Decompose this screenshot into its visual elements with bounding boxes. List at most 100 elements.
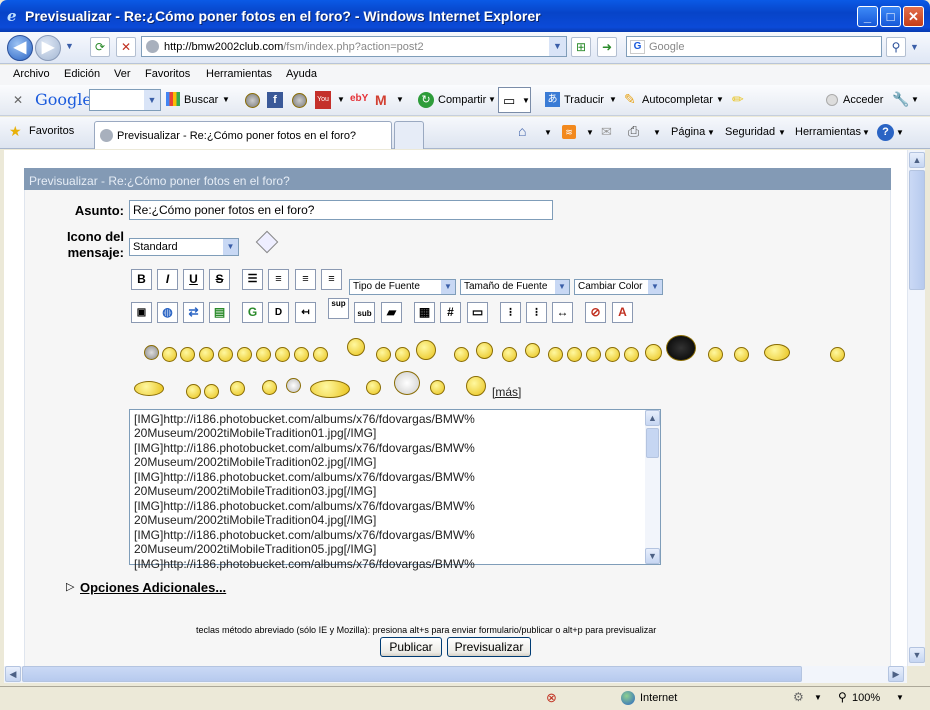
align-right-button[interactable]: ≡ bbox=[321, 269, 342, 290]
rss-icon[interactable]: ≋ bbox=[562, 125, 576, 139]
youtube-icon[interactable]: You bbox=[315, 91, 331, 109]
protected-mode-icon[interactable]: ⚙ bbox=[793, 690, 804, 704]
zoom-dropdown-icon[interactable]: ▼ bbox=[896, 693, 904, 702]
scroll-up-icon[interactable]: ▲ bbox=[909, 152, 925, 168]
scroll-left-icon[interactable]: ◀ bbox=[5, 666, 21, 682]
share-button[interactable]: Compartir bbox=[438, 94, 486, 106]
smiley-icon[interactable] bbox=[237, 347, 252, 362]
home-icon[interactable]: ⌂ bbox=[518, 123, 526, 139]
wrench-icon[interactable]: 🔧 bbox=[892, 91, 909, 108]
address-dropdown-icon[interactable]: ▼ bbox=[549, 37, 566, 56]
subject-input[interactable]: Re:¿Cómo poner fotos en el foro? bbox=[129, 200, 553, 220]
tab-active[interactable]: Previsualizar - Re:¿Cómo poner fotos en … bbox=[94, 121, 392, 149]
smiley-icon[interactable] bbox=[830, 347, 845, 362]
smiley-icon[interactable] bbox=[347, 338, 365, 356]
insert-flash-button[interactable]: ▤ bbox=[209, 302, 230, 323]
font-color-select[interactable]: Cambiar Color ▼ bbox=[574, 279, 663, 295]
security-dropdown-icon[interactable]: ▼ bbox=[778, 128, 786, 137]
smiley-icon[interactable] bbox=[466, 376, 486, 396]
smiley-icon[interactable] bbox=[310, 380, 350, 398]
menu-archivo[interactable]: Archivo bbox=[13, 68, 50, 80]
font-face-select[interactable]: Tipo de Fuente ▼ bbox=[349, 279, 456, 295]
new-tab-button[interactable] bbox=[394, 121, 424, 149]
page-horizontal-scrollbar[interactable]: ◀ ▶ bbox=[4, 666, 907, 683]
teletype-button[interactable]: ▰ bbox=[381, 302, 402, 323]
translate-icon[interactable]: あ bbox=[545, 92, 560, 107]
insert-quote-button[interactable]: ▭ bbox=[467, 302, 488, 323]
smiley-icon[interactable] bbox=[275, 347, 290, 362]
font-size-select[interactable]: Tamaño de Fuente ▼ bbox=[460, 279, 570, 295]
smiley-icon[interactable] bbox=[366, 380, 381, 395]
superscript-button[interactable]: sup bbox=[328, 298, 349, 319]
smiley-icon[interactable] bbox=[430, 380, 445, 395]
sidebar-toggle-button[interactable]: ▭ ▼ bbox=[498, 87, 531, 113]
smiley-icon[interactable] bbox=[180, 347, 195, 362]
bold-button[interactable]: B bbox=[131, 269, 152, 290]
favorites-button[interactable]: Favoritos bbox=[29, 125, 74, 137]
scroll-down-icon[interactable]: ▼ bbox=[909, 647, 925, 663]
glow-button[interactable]: G bbox=[242, 302, 263, 323]
autofill-icon[interactable]: ✎ bbox=[624, 91, 636, 108]
bookmarks-icon[interactable] bbox=[292, 93, 307, 108]
horizontal-rule-button[interactable]: ↔ bbox=[552, 302, 573, 323]
expand-arrow-icon[interactable]: ▷ bbox=[66, 580, 74, 593]
highlighter-icon[interactable]: ✏ bbox=[732, 91, 744, 108]
additional-options-link[interactable]: Opciones Adicionales... bbox=[80, 580, 226, 595]
message-textarea[interactable]: [IMG]http://i186.photobucket.com/albums/… bbox=[129, 409, 661, 571]
home-dropdown-icon[interactable]: ▼ bbox=[544, 128, 552, 137]
smiley-icon[interactable] bbox=[134, 381, 164, 396]
refresh-button[interactable]: ⟳ bbox=[90, 37, 110, 57]
scroll-down-icon[interactable]: ▼ bbox=[645, 548, 660, 564]
search-dropdown-icon[interactable]: ▼ bbox=[222, 95, 230, 104]
help-dropdown-icon[interactable]: ▼ bbox=[896, 128, 904, 137]
smiley-icon[interactable] bbox=[256, 347, 271, 362]
signin-button[interactable]: Acceder bbox=[843, 94, 883, 106]
translate-button[interactable]: Traducir bbox=[564, 94, 604, 106]
wrench-dropdown-icon[interactable]: ▼ bbox=[911, 95, 919, 104]
print-dropdown-icon[interactable]: ▼ bbox=[653, 128, 661, 137]
smiley-icon[interactable] bbox=[624, 347, 639, 362]
insert-code-button[interactable]: # bbox=[440, 302, 461, 323]
smiley-icon[interactable] bbox=[645, 344, 662, 361]
autofill-button[interactable]: Autocompletar bbox=[642, 94, 713, 106]
page-scroll-thumb[interactable] bbox=[909, 170, 925, 290]
more-smileys-link[interactable]: [más] bbox=[492, 385, 521, 399]
smiley-icon[interactable] bbox=[204, 384, 219, 399]
smiley-icon[interactable] bbox=[548, 347, 563, 362]
autofill-dropdown-icon[interactable]: ▼ bbox=[716, 95, 724, 104]
scroll-right-icon[interactable]: ▶ bbox=[888, 666, 904, 682]
strikethrough-button[interactable]: S bbox=[209, 269, 230, 290]
page-vertical-scrollbar[interactable]: ▲ ▼ bbox=[907, 150, 925, 666]
smiley-icon[interactable] bbox=[525, 343, 540, 358]
security-menu[interactable]: Seguridad bbox=[725, 126, 775, 138]
smiley-icon[interactable] bbox=[199, 347, 214, 362]
history-dropdown-icon[interactable]: ▼ bbox=[65, 41, 74, 51]
smiley-icon[interactable] bbox=[394, 371, 420, 395]
align-center-button[interactable]: ≡ bbox=[295, 269, 316, 290]
menu-ayuda[interactable]: Ayuda bbox=[286, 68, 317, 80]
insert-image-button[interactable]: ▣ bbox=[131, 302, 152, 323]
smiley-icon[interactable] bbox=[605, 347, 620, 362]
menu-herramientas[interactable]: Herramientas bbox=[206, 68, 272, 80]
translate-dropdown-icon[interactable]: ▼ bbox=[609, 95, 617, 104]
compatibility-icon[interactable]: ⊞ bbox=[571, 37, 591, 57]
smiley-icon[interactable] bbox=[162, 347, 177, 362]
close-button[interactable]: ✕ bbox=[903, 6, 924, 27]
message-scroll-thumb[interactable] bbox=[646, 428, 659, 458]
insert-ftp-button[interactable]: ⇄ bbox=[183, 302, 204, 323]
smiley-icon[interactable] bbox=[764, 344, 790, 361]
address-field[interactable]: http://bmw2002club.com/fsm/index.php?act… bbox=[141, 36, 567, 57]
tools-menu[interactable]: Herramientas bbox=[795, 126, 861, 138]
minimize-button[interactable]: _ bbox=[857, 6, 878, 27]
smiley-icon[interactable] bbox=[502, 347, 517, 362]
message-icon-select[interactable]: Standard ▼ bbox=[129, 238, 239, 256]
smiley-icon[interactable] bbox=[395, 347, 410, 362]
smiley-icon[interactable] bbox=[416, 340, 436, 360]
smiley-icon[interactable] bbox=[230, 381, 245, 396]
search-options-icon[interactable]: ▼ bbox=[910, 42, 919, 52]
smiley-icon[interactable] bbox=[708, 347, 723, 362]
insert-table-button[interactable]: ▦ bbox=[414, 302, 435, 323]
search-field[interactable]: G Google bbox=[626, 36, 882, 57]
underline-button[interactable]: U bbox=[183, 269, 204, 290]
search-button[interactable]: ⚲ bbox=[886, 37, 906, 57]
